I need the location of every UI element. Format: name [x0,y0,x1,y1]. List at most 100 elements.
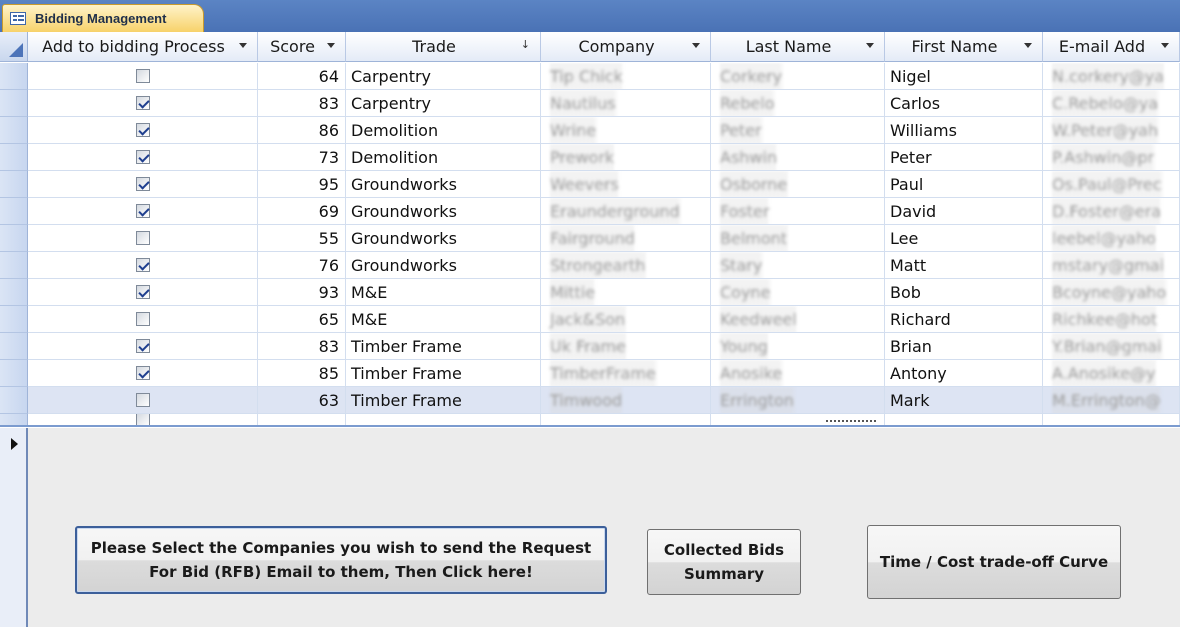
row-selector[interactable] [0,387,28,414]
cell-email[interactable]: P.Ashwin@pr [1043,144,1180,171]
cell-score[interactable]: 85 [258,360,346,387]
cell-first-name[interactable]: Lee [885,225,1043,252]
table-row[interactable]: 85 Timber Frame TimberFrame Anosike Antony A.… [0,360,1180,387]
cell-score[interactable]: 63 [258,387,346,414]
cell-email[interactable]: Richkee@hot [1043,306,1180,333]
bidding-checkbox[interactable] [135,285,150,299]
cell-last-name[interactable]: Stary [711,252,885,279]
bidding-checkbox[interactable] [135,177,150,191]
cell-trade[interactable]: Groundworks [346,171,541,198]
bidding-checkbox[interactable] [135,69,150,83]
cell-first-name[interactable]: David [885,198,1043,225]
cell-trade[interactable]: Demolition [346,117,541,144]
cell-score[interactable]: 55 [258,225,346,252]
cell-trade[interactable]: Timber Frame [346,333,541,360]
table-row[interactable]: 69 Groundworks Eraunderground Foster David D.… [0,198,1180,225]
cell-score[interactable]: 64 [258,63,346,90]
cell-first-name[interactable]: Nigel [885,63,1043,90]
table-row[interactable]: 76 Groundworks Strongearth Stary Matt mstary@… [0,252,1180,279]
cell-email[interactable]: M.Errington@ [1043,387,1180,414]
cell-last-name[interactable]: Osborne [711,171,885,198]
cell-first-name[interactable]: Paul [885,171,1043,198]
select-all-corner[interactable] [0,32,28,62]
table-row[interactable]: 63 Timber Frame Timwood Errington Mark M.Erri… [0,387,1180,414]
filter-dropdown-icon[interactable] [866,43,874,48]
cell-last-name[interactable]: Peter [711,117,885,144]
column-header-trade[interactable]: Trade ↓ [346,32,541,62]
cell-email[interactable]: D.Foster@era [1043,198,1180,225]
cell-company[interactable]: Fairground [541,225,711,252]
splitter-bar[interactable] [0,425,1180,427]
bidding-checkbox[interactable] [135,231,150,245]
row-selector[interactable] [0,252,28,279]
row-selector[interactable] [0,198,28,225]
cell-first-name[interactable]: Richard [885,306,1043,333]
row-selector[interactable] [0,360,28,387]
cell-add-to-bidding[interactable] [28,171,258,198]
cell-first-name[interactable]: Mark [885,387,1043,414]
cell-score[interactable]: 76 [258,252,346,279]
cell-last-name[interactable]: Belmont [711,225,885,252]
row-selector[interactable] [0,63,28,90]
cell-email[interactable]: Bcoyne@yaho [1043,279,1180,306]
row-selector[interactable] [0,306,28,333]
table-row[interactable]: 73 Demolition Prework Ashwin Peter P.Ashwin@p… [0,144,1180,171]
cell-first-name[interactable]: Williams [885,117,1043,144]
cell-email[interactable]: Y.Brian@gmai [1043,333,1180,360]
cell-email[interactable]: C.Rebelo@ya [1043,90,1180,117]
bidding-checkbox[interactable] [135,312,150,326]
cell-score[interactable]: 69 [258,198,346,225]
collected-bids-summary-button[interactable]: Collected Bids Summary [647,529,801,595]
cell-trade[interactable]: Demolition [346,144,541,171]
send-rfb-button[interactable]: Please Select the Companies you wish to … [75,526,607,594]
cell-last-name[interactable]: Corkery [711,63,885,90]
cell-score[interactable]: 95 [258,171,346,198]
cell-last-name[interactable]: Young [711,333,885,360]
bidding-checkbox[interactable] [135,150,150,164]
filter-dropdown-icon[interactable] [239,43,247,48]
cell-last-name[interactable]: Anosike [711,360,885,387]
cell-add-to-bidding[interactable] [28,333,258,360]
cell-company[interactable]: Weevers [541,171,711,198]
cell-company[interactable]: Strongearth [541,252,711,279]
cell-company[interactable]: Wrine [541,117,711,144]
cell-score[interactable]: 86 [258,117,346,144]
table-row[interactable]: 93 M&E Mittie Coyne Bob Bcoyne@yaho [0,279,1180,306]
cell-trade[interactable]: Carpentry [346,90,541,117]
column-header-company[interactable]: Company [541,32,711,62]
bidding-checkbox[interactable] [135,393,150,407]
table-row[interactable]: 64 Carpentry Tip Chick Corkery Nigel N.corker… [0,63,1180,90]
bidding-checkbox[interactable] [135,366,150,380]
cell-email[interactable]: leebel@yaho [1043,225,1180,252]
cell-first-name[interactable]: Bob [885,279,1043,306]
cell-company[interactable]: Mittie [541,279,711,306]
cell-last-name[interactable]: Foster [711,198,885,225]
table-row[interactable]: 86 Demolition Wrine Peter Williams W.Peter@ya… [0,117,1180,144]
cell-trade[interactable]: Groundworks [346,252,541,279]
row-selector[interactable] [0,225,28,252]
cell-add-to-bidding[interactable] [28,252,258,279]
cell-email[interactable]: mstary@gmai [1043,252,1180,279]
bidding-checkbox[interactable] [135,339,150,353]
row-selector[interactable] [0,117,28,144]
cell-email[interactable]: N.corkery@ya [1043,63,1180,90]
record-selector[interactable] [0,428,28,627]
cell-company[interactable]: Tip Chick [541,63,711,90]
cell-last-name[interactable]: Rebelo [711,90,885,117]
filter-dropdown-icon[interactable] [327,43,335,48]
table-row[interactable]: 55 Groundworks Fairground Belmont Lee leebel@… [0,225,1180,252]
cell-trade[interactable]: M&E [346,279,541,306]
cell-score[interactable]: 83 [258,90,346,117]
cell-last-name[interactable]: Keedweel [711,306,885,333]
cell-first-name[interactable]: Brian [885,333,1043,360]
cell-score[interactable]: 73 [258,144,346,171]
cell-company[interactable]: Prework [541,144,711,171]
cell-company[interactable]: Timwood [541,387,711,414]
cell-last-name[interactable]: Errington [711,387,885,414]
cell-company[interactable]: Jack&Son [541,306,711,333]
cell-add-to-bidding[interactable] [28,225,258,252]
cell-company[interactable]: TimberFrame [541,360,711,387]
cell-add-to-bidding[interactable] [28,279,258,306]
cell-add-to-bidding[interactable] [28,360,258,387]
cell-add-to-bidding[interactable] [28,198,258,225]
